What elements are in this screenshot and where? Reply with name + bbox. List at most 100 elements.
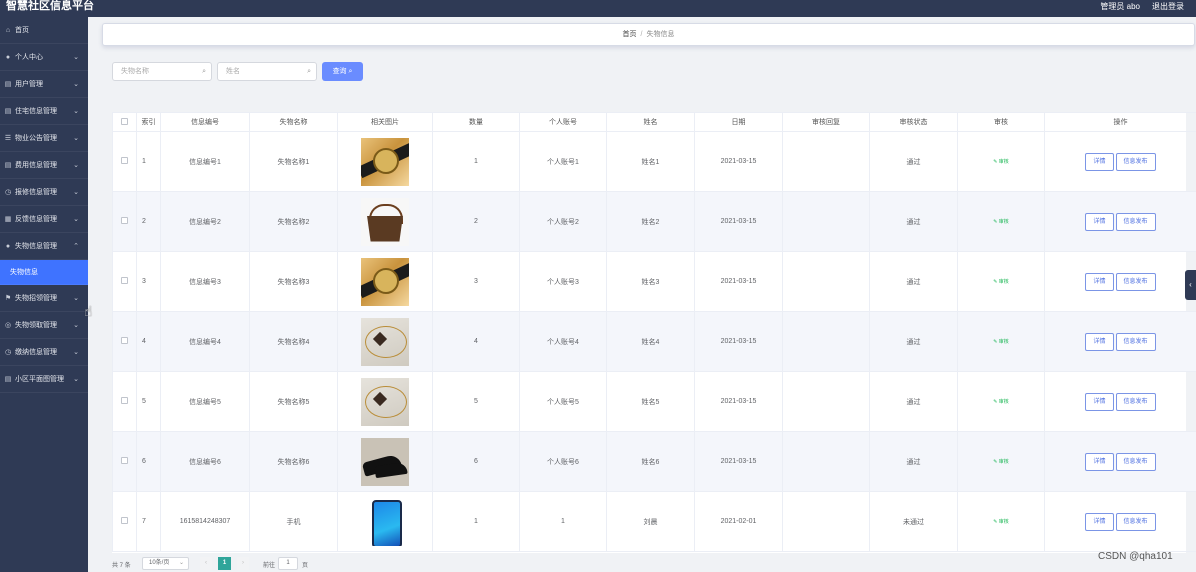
audit-link[interactable]: ✎ 审核 — [993, 219, 1009, 225]
cell-quantity: 5 — [432, 371, 520, 432]
row-checkbox[interactable] — [112, 131, 137, 192]
chevron-down-icon: ⌄ — [178, 560, 184, 566]
cell-code: 信息编号5 — [160, 371, 250, 432]
audit-link[interactable]: ✎ 审核 — [993, 399, 1009, 405]
cell-image — [337, 431, 433, 492]
cell-index: 7 — [136, 491, 161, 552]
row-checkbox[interactable] — [112, 311, 137, 372]
item-name-search-input[interactable]: 失物名称 ⌕ — [112, 62, 212, 81]
item-photo[interactable] — [361, 497, 409, 546]
cell-quantity: 1 — [432, 131, 520, 192]
audit-link[interactable]: ✎ 审核 — [993, 519, 1009, 525]
detail-button[interactable]: 详情 — [1085, 212, 1114, 231]
edit-icon: ✎ — [993, 159, 998, 165]
edit-icon: ✎ — [993, 459, 998, 465]
goto-page-input[interactable]: 1 — [278, 557, 298, 570]
detail-button[interactable]: 详情 — [1085, 392, 1114, 411]
sidebar-item[interactable]: ◷ 报修信息管理 ⌄ — [0, 179, 88, 206]
sidebar-item[interactable]: ▦ 反馈信息管理 ⌄ — [0, 206, 88, 233]
column-header: 日期 — [694, 112, 783, 132]
page-number-current[interactable]: 1 — [218, 557, 231, 570]
chevron-up-icon: ⌃ — [73, 243, 79, 250]
audit-label: 审核 — [998, 279, 1009, 285]
publish-button[interactable]: 信息发布 — [1115, 212, 1156, 231]
item-photo[interactable] — [361, 197, 409, 246]
cell-account: 个人账号3 — [519, 251, 607, 312]
cell-index: 4 — [136, 311, 161, 372]
top-bar-right: 管理员 abo 退出登录 — [1100, 1, 1184, 12]
page-size-select[interactable]: 10条/页 ⌄ — [142, 557, 189, 570]
cell-code: 1615814248307 — [160, 491, 250, 552]
edit-icon: ✎ — [993, 519, 998, 525]
logout-link[interactable]: 退出登录 — [1152, 1, 1184, 12]
edit-icon: ✎ — [993, 339, 998, 345]
sidebar-subitem-active[interactable]: 失物信息 — [0, 260, 88, 285]
detail-button[interactable]: 详情 — [1085, 452, 1114, 471]
column-header: 审核回复 — [782, 112, 870, 132]
goto-page-suffix: 页 — [302, 563, 309, 569]
publish-button[interactable]: 信息发布 — [1115, 152, 1156, 171]
detail-button[interactable]: 详情 — [1085, 512, 1114, 531]
prev-page-button[interactable]: ‹ — [200, 557, 212, 570]
audit-link[interactable]: ✎ 审核 — [993, 159, 1009, 165]
collapse-panel-chevron-left-icon[interactable]: ‹ — [1185, 270, 1196, 300]
detail-button[interactable]: 详情 — [1085, 332, 1114, 351]
publish-button[interactable]: 信息发布 — [1115, 512, 1156, 531]
sidebar-item[interactable]: ☰ 物业公告管理 ⌄ — [0, 125, 88, 152]
row-checkbox[interactable] — [112, 431, 137, 492]
publish-button[interactable]: 信息发布 — [1115, 452, 1156, 471]
breadcrumb: 首页 / 失物信息 — [102, 23, 1195, 46]
sidebar-item[interactable]: ⌂ 首页 — [0, 17, 88, 44]
row-checkbox[interactable] — [112, 191, 137, 252]
detail-button[interactable]: 详情 — [1085, 152, 1114, 171]
row-checkbox[interactable] — [112, 251, 137, 312]
sidebar-item[interactable]: ⚑ 失物招领管理 ⌄ — [0, 285, 88, 312]
publish-button[interactable]: 信息发布 — [1115, 272, 1156, 291]
checkbox-box — [121, 157, 128, 164]
publish-button[interactable]: 信息发布 — [1115, 332, 1156, 351]
sidebar-item[interactable]: ◎ 失物领取管理 ⌄ — [0, 312, 88, 339]
row-checkbox[interactable] — [112, 491, 137, 552]
audit-link[interactable]: ✎ 审核 — [993, 459, 1009, 465]
next-page-button[interactable]: › — [237, 557, 249, 570]
column-header: 审核状态 — [869, 112, 958, 132]
sidebar-item[interactable]: ● 失物信息管理 ⌃ — [0, 233, 88, 260]
lost-items-table: 索引 信息编号 失物名称 相关图片 数量 个人账号 姓名 日期 审核回复 审核状… — [112, 112, 1196, 553]
select-all-checkbox[interactable] — [112, 112, 137, 132]
item-photo[interactable] — [361, 377, 409, 426]
cell-code: 信息编号4 — [160, 311, 250, 372]
item-photo[interactable] — [361, 317, 409, 366]
publish-button[interactable]: 信息发布 — [1115, 392, 1156, 411]
person-name-search-input[interactable]: 姓名 ⌕ — [217, 62, 317, 81]
cell-person-name: 姓名6 — [606, 431, 695, 492]
checkbox-box — [121, 277, 128, 284]
settings-icon: ☰ — [4, 135, 12, 142]
cell-audit-status: 通过 — [869, 311, 958, 372]
list-icon: ▤ — [4, 376, 12, 383]
audit-link[interactable]: ✎ 审核 — [993, 339, 1009, 345]
sidebar-item[interactable]: ▤ 用户管理 ⌄ — [0, 71, 88, 98]
sidebar-item-label: 首页 — [15, 27, 29, 34]
table-row: 7 1615814248307 手机 1 1 刘晨 2021-02-01 未通过 ✎ 审核 详情信… — [112, 491, 1196, 552]
cell-quantity: 1 — [432, 491, 520, 552]
sidebar-item[interactable]: ▤ 小区平面图管理 ⌄ — [0, 366, 88, 393]
cell-index: 1 — [136, 131, 161, 192]
detail-button[interactable]: 详情 — [1085, 272, 1114, 291]
item-photo[interactable] — [361, 257, 409, 306]
cell-person-name: 姓名2 — [606, 191, 695, 252]
query-button[interactable]: 查询 ⌕ — [322, 62, 363, 81]
cell-audit: ✎ 审核 — [957, 311, 1045, 372]
audit-link[interactable]: ✎ 审核 — [993, 279, 1009, 285]
chevron-down-icon: ⌄ — [73, 295, 79, 302]
sidebar-item[interactable]: ● 个人中心 ⌄ — [0, 44, 88, 71]
cell-index: 2 — [136, 191, 161, 252]
breadcrumb-home[interactable]: 首页 — [623, 31, 637, 38]
sidebar-item[interactable]: ▤ 费用信息管理 ⌄ — [0, 152, 88, 179]
cell-actions: 详情 信息发布 — [1044, 191, 1196, 252]
sidebar-item[interactable]: ▤ 住宅信息管理 ⌄ — [0, 98, 88, 125]
row-checkbox[interactable] — [112, 371, 137, 432]
sidebar-item[interactable]: ◷ 缴纳信息管理 ⌄ — [0, 339, 88, 366]
item-photo[interactable] — [361, 137, 409, 186]
item-photo[interactable] — [361, 437, 409, 486]
sidebar-item-label: 失物信息 — [10, 269, 38, 276]
